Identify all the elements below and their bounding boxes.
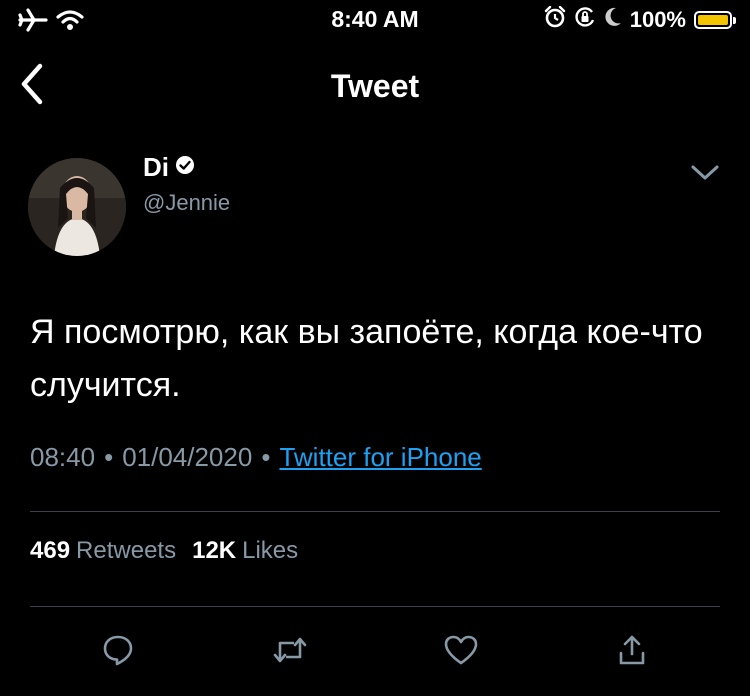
- divider: [30, 511, 720, 512]
- reply-button[interactable]: [98, 632, 138, 672]
- alarm-icon: [544, 5, 566, 34]
- moon-icon: [604, 7, 622, 33]
- tweet-text: Я посмотрю, как вы запоёте, когда кое-чт…: [30, 313, 703, 404]
- share-icon: [617, 634, 647, 671]
- reply-icon: [101, 633, 135, 672]
- display-name[interactable]: Di: [143, 152, 169, 183]
- retweet-icon: [272, 635, 308, 670]
- divider: [30, 606, 720, 607]
- orientation-lock-icon: [574, 6, 596, 34]
- status-bar: 8:40 AM 100%: [0, 0, 750, 40]
- like-button[interactable]: [441, 632, 481, 672]
- retweets-count[interactable]: 469: [30, 537, 70, 564]
- retweet-button[interactable]: [270, 632, 310, 672]
- more-options-button[interactable]: [688, 160, 722, 190]
- tweet-date: 01/04/2020: [122, 442, 253, 472]
- battery-fill: [698, 15, 728, 25]
- source-link[interactable]: Twitter for iPhone: [279, 442, 481, 472]
- status-right-group: 100%: [544, 5, 736, 34]
- avatar[interactable]: [28, 158, 126, 256]
- chevron-down-icon: [690, 164, 720, 187]
- share-button[interactable]: [612, 632, 652, 672]
- meta-separator: •: [104, 442, 114, 472]
- meta-separator: •: [261, 442, 271, 472]
- page-title: Tweet: [330, 68, 420, 104]
- nav-bar: Tweet: [0, 56, 750, 116]
- likes-count[interactable]: 12K: [192, 537, 236, 564]
- verified-badge-icon: [175, 155, 195, 180]
- tweet-stats: 469 Retweets 12K Likes: [30, 537, 314, 565]
- battery-icon: [694, 11, 736, 29]
- author-name-row: Di: [143, 152, 195, 183]
- retweets-label[interactable]: Retweets: [76, 537, 176, 564]
- likes-label[interactable]: Likes: [242, 537, 298, 564]
- like-icon: [444, 635, 478, 670]
- battery-percent: 100%: [629, 7, 686, 32]
- tweet-meta: 08:40 • 01/04/2020 • Twitter for iPhone: [30, 442, 482, 473]
- user-handle[interactable]: @Jennie: [143, 190, 230, 216]
- tweet-time: 08:40: [30, 442, 96, 472]
